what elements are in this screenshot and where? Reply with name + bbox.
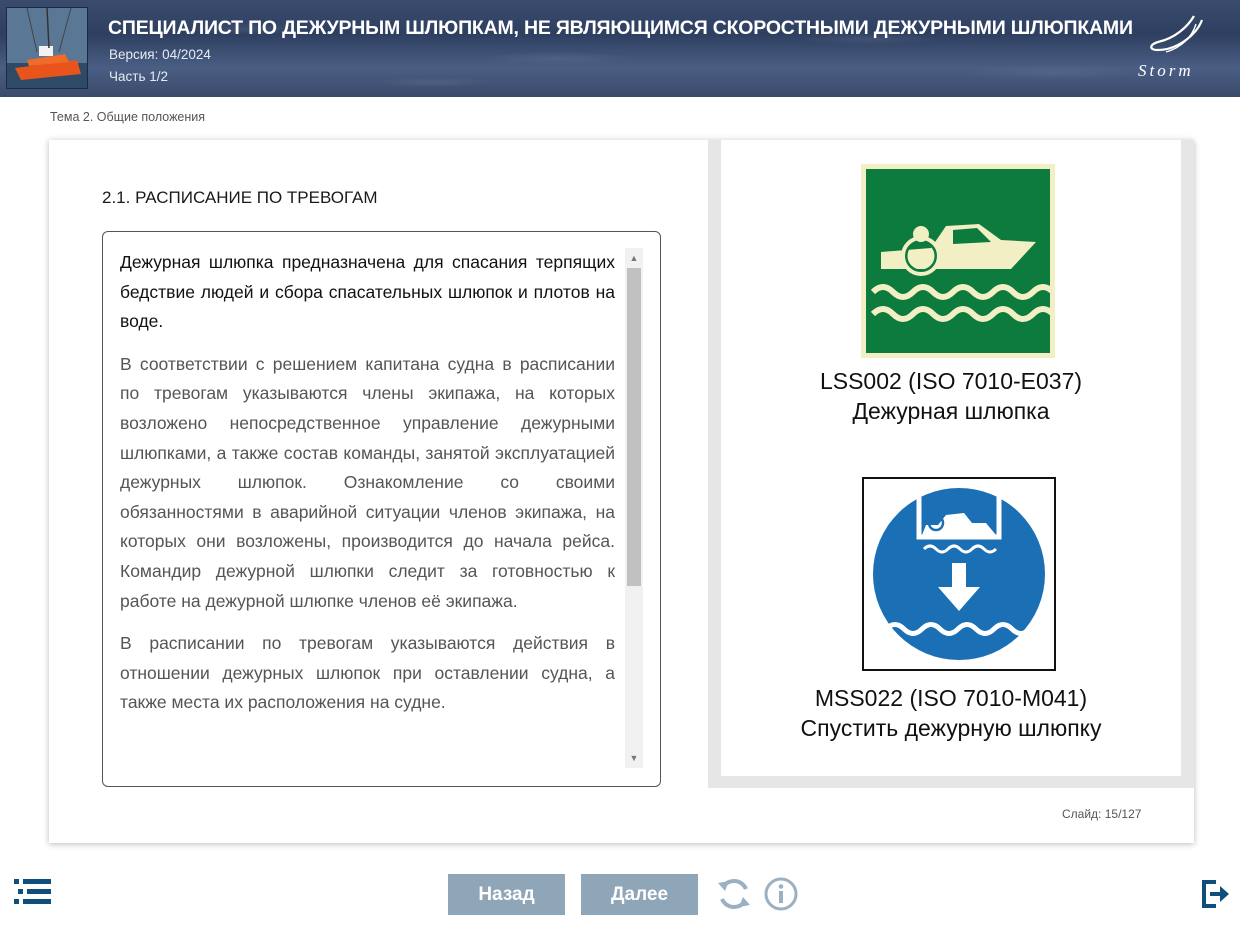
- sign-code: MSS022 (ISO 7010-M041): [814, 685, 1088, 711]
- slide-card: 2.1. РАСПИСАНИЕ ПО ТРЕВОГАМ Дежурная шлю…: [49, 140, 1194, 843]
- course-part: Часть 1/2: [109, 69, 168, 84]
- info-icon[interactable]: [763, 876, 799, 912]
- signs-panel-inner: LSS002 (ISO 7010-E037) Дежурная шлюпка M…: [721, 140, 1181, 776]
- next-button[interactable]: Далее: [581, 874, 698, 915]
- storm-logo: Storm: [1138, 15, 1204, 80]
- slide-counter: Слайд: 15/127: [1062, 807, 1142, 821]
- course-thumbnail-image: [6, 7, 88, 89]
- scrollbar-thumb[interactable]: [627, 268, 641, 586]
- sign-caption: MSS022 (ISO 7010-M041) Спустить дежурную…: [721, 683, 1181, 743]
- course-version: Версия: 04/2024: [109, 47, 211, 62]
- sign-code: LSS002 (ISO 7010-E037): [819, 368, 1083, 394]
- paragraph-lead: Дежурная шлюпка предназначена для спасан…: [120, 252, 615, 332]
- scroll-down-arrow-icon[interactable]: ▼: [625, 748, 643, 768]
- breadcrumb: Тема 2. Общие положения: [50, 110, 206, 124]
- signs-panel: LSS002 (ISO 7010-E037) Дежурная шлюпка M…: [708, 140, 1194, 788]
- text-content: Дежурная шлюпка предназначена для спасан…: [120, 248, 615, 772]
- scroll-up-arrow-icon[interactable]: ▲: [625, 248, 643, 268]
- logo-text: Storm: [1138, 61, 1194, 80]
- header-bar: СПЕЦИАЛИСТ ПО ДЕЖУРНЫМ ШЛЮПКАМ, НЕ ЯВЛЯЮ…: [0, 0, 1240, 97]
- sign-name: Дежурная шлюпка: [852, 398, 1050, 424]
- refresh-icon[interactable]: [715, 875, 753, 913]
- back-button[interactable]: Назад: [448, 874, 565, 915]
- sign-name: Спустить дежурную шлюпку: [800, 715, 1102, 741]
- paragraph: В расписании по тревогам указываются дей…: [120, 633, 615, 713]
- course-title: СПЕЦИАЛИСТ ПО ДЕЖУРНЫМ ШЛЮПКАМ, НЕ ЯВЛЯЮ…: [108, 17, 1133, 39]
- exit-icon[interactable]: [1200, 879, 1230, 909]
- sign-caption: LSS002 (ISO 7010-E037) Дежурная шлюпка: [721, 366, 1181, 426]
- rescue-boat-sign-icon: [861, 164, 1055, 358]
- launch-rescue-boat-sign-icon: [862, 477, 1056, 671]
- paragraph: В соответствии с решением капитана судна…: [120, 353, 615, 611]
- section-title: 2.1. РАСПИСАНИЕ ПО ТРЕВОГАМ: [102, 188, 378, 207]
- scrollbar[interactable]: ▲ ▼: [625, 248, 643, 768]
- text-scroll-box[interactable]: Дежурная шлюпка предназначена для спасан…: [102, 231, 661, 787]
- menu-list-icon[interactable]: [14, 879, 52, 905]
